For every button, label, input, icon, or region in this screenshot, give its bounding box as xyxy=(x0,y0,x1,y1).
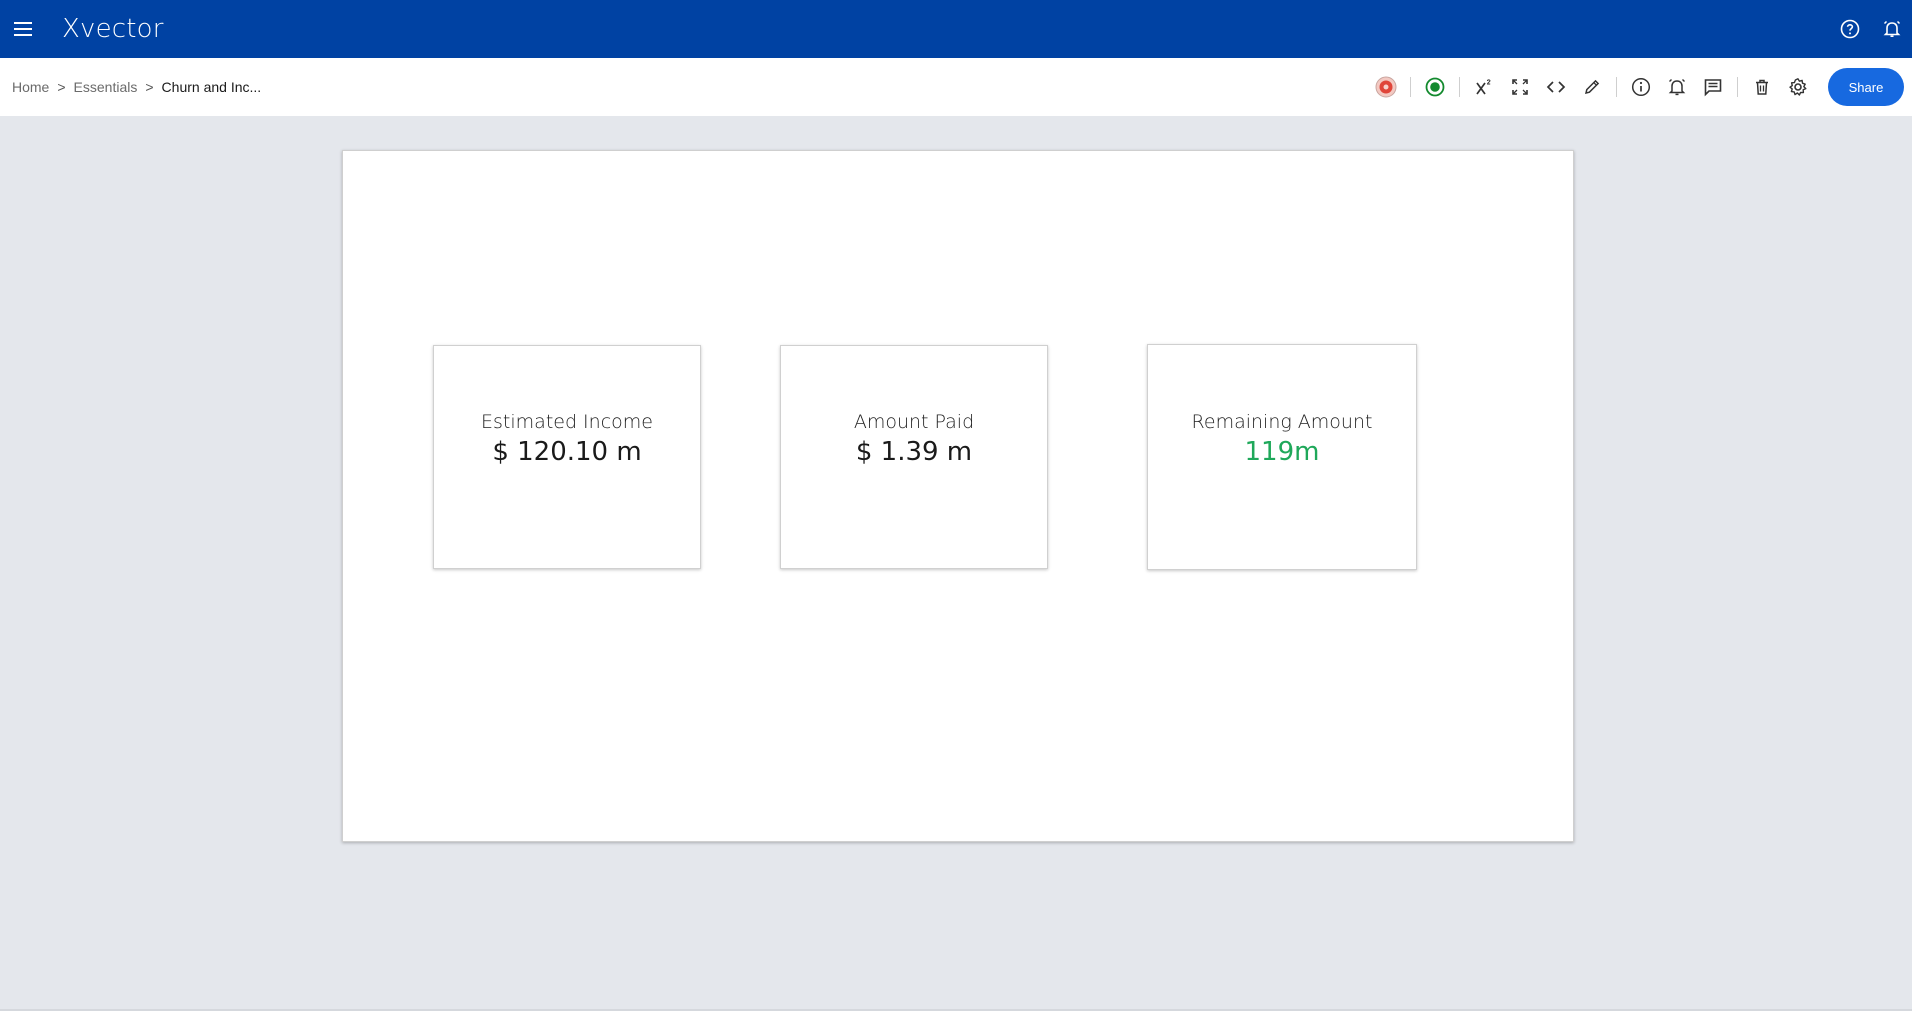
kpi-label: Estimated Income xyxy=(481,411,653,433)
toolbar-divider xyxy=(1410,77,1411,97)
comment-icon xyxy=(1704,79,1722,97)
delete-icon xyxy=(1756,79,1768,95)
kpi-value: $ 120.10 m xyxy=(492,437,642,467)
code-icon xyxy=(1546,81,1566,93)
toolbar-divider xyxy=(1459,77,1460,97)
kpi-label: Amount Paid xyxy=(853,411,975,433)
fullscreen-button[interactable] xyxy=(1502,69,1538,105)
settings-icon xyxy=(1789,78,1807,96)
breadcrumb-essentials[interactable]: Essentials xyxy=(74,79,138,95)
live-indicator-icon xyxy=(1425,77,1445,97)
comment-button[interactable] xyxy=(1695,69,1731,105)
info-icon xyxy=(1631,77,1651,97)
toolbar-actions: Share xyxy=(1368,58,1904,116)
edit-icon xyxy=(1584,79,1600,95)
kpi-card-amount-paid[interactable]: Amount Paid $ 1.39 m xyxy=(780,345,1048,569)
toolbar-divider xyxy=(1737,77,1738,97)
bell-icon xyxy=(1883,20,1901,37)
toolbar-divider xyxy=(1616,77,1617,97)
app-logo[interactable]: Xvector xyxy=(62,14,164,44)
toolbar: Home > Essentials > Churn and Inc... Sha… xyxy=(0,58,1912,116)
fullscreen-icon xyxy=(1512,79,1528,95)
edit-button[interactable] xyxy=(1574,69,1610,105)
breadcrumb-separator: > xyxy=(57,79,66,95)
formula-button[interactable] xyxy=(1466,69,1502,105)
top-app-bar: Xvector xyxy=(0,0,1912,58)
kpi-value: $ 1.39 m xyxy=(855,437,973,467)
code-button[interactable] xyxy=(1538,69,1574,105)
alert-button[interactable] xyxy=(1659,69,1695,105)
help-icon xyxy=(1840,19,1860,39)
breadcrumb-current: Churn and Inc... xyxy=(161,79,262,95)
delete-button[interactable] xyxy=(1744,69,1780,105)
breadcrumb: Home > Essentials > Churn and Inc... xyxy=(12,79,261,95)
breadcrumb-home[interactable]: Home xyxy=(12,79,49,95)
kpi-card-remaining-amount[interactable]: Remaining Amount 119m xyxy=(1147,344,1417,570)
share-button[interactable]: Share xyxy=(1828,68,1904,106)
help-button[interactable] xyxy=(1838,17,1862,41)
kpi-value: 119m xyxy=(1244,437,1320,467)
settings-button[interactable] xyxy=(1780,69,1816,105)
kpi-label: Remaining Amount xyxy=(1191,411,1373,433)
hamburger-icon xyxy=(14,22,32,36)
status-badge-icon xyxy=(1375,76,1397,98)
breadcrumb-separator: > xyxy=(145,79,154,95)
dashboard-canvas: Estimated Income $ 120.10 m Amount Paid … xyxy=(342,150,1574,842)
info-button[interactable] xyxy=(1623,69,1659,105)
live-indicator-button[interactable] xyxy=(1417,69,1453,105)
formula-icon xyxy=(1476,79,1491,95)
alert-bell-icon xyxy=(1668,79,1686,96)
notifications-button[interactable] xyxy=(1880,17,1904,41)
kpi-card-estimated-income[interactable]: Estimated Income $ 120.10 m xyxy=(433,345,701,569)
menu-button[interactable] xyxy=(0,0,46,58)
status-badge-button[interactable] xyxy=(1368,69,1404,105)
